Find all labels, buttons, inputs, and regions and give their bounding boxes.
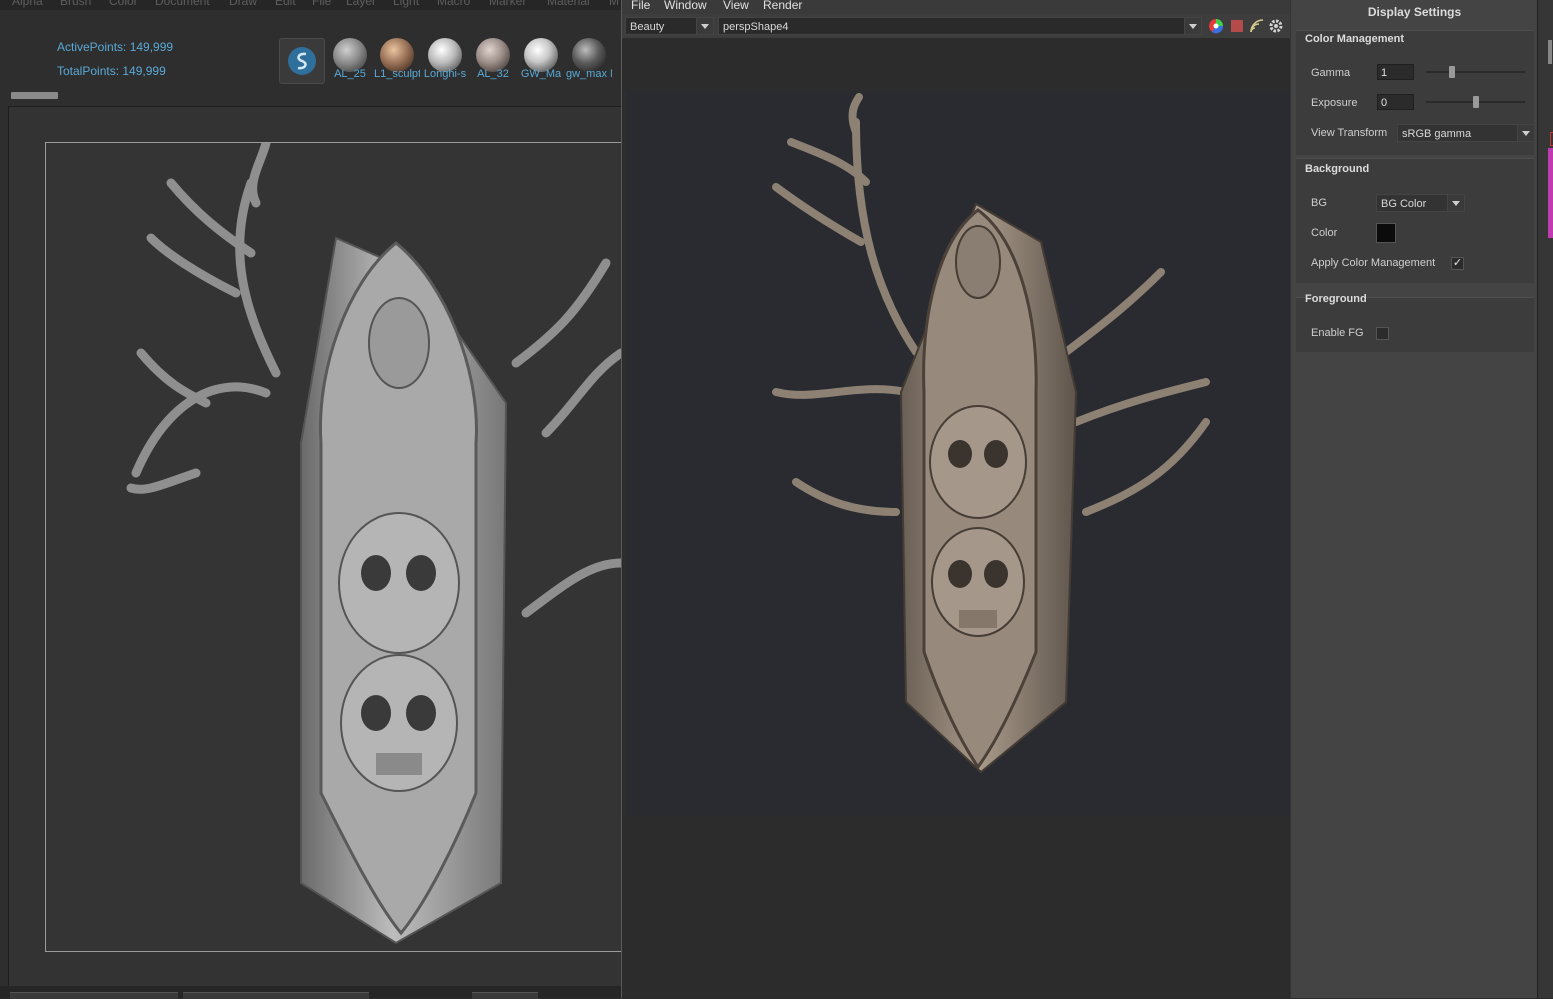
gamma-slider-handle[interactable] (1449, 66, 1456, 78)
total-points: TotalPoints: 149,999 (57, 64, 166, 78)
material-longhi[interactable]: Longhi-s (422, 38, 468, 82)
render-image[interactable] (626, 92, 1290, 816)
material-label: AL_25 (334, 68, 366, 80)
material-label: L1_sculpt (374, 68, 420, 80)
renderview-menu-bar: File Window View Render (622, 0, 1290, 14)
stop-render-icon[interactable] (1231, 20, 1243, 32)
background-section: Background BG BG Color Color Apply Color… (1296, 158, 1534, 283)
display-settings-panel: Display Settings Color Management Gamma … (1290, 0, 1538, 998)
menu-document[interactable]: Document (155, 0, 210, 8)
enable-fg-label: Enable FG (1311, 327, 1364, 339)
gamma-field[interactable]: 1 (1377, 64, 1414, 80)
gamma-slider[interactable] (1426, 66, 1525, 78)
section-header[interactable]: Foreground (1305, 293, 1367, 305)
dock-tab[interactable] (1548, 40, 1552, 64)
material-label: Longhi-s (423, 68, 467, 80)
material-l1-sculpt[interactable]: L1_sculpt (374, 38, 420, 82)
sculpt-model-gray (126, 138, 626, 945)
section-header[interactable]: Background (1305, 163, 1369, 175)
material-label: GW_Ma (520, 68, 562, 80)
color-channels-icon[interactable] (1208, 18, 1224, 34)
bg-mode-value: BG Color (1381, 198, 1427, 210)
apply-color-management-checkbox[interactable]: ✓ (1451, 257, 1464, 270)
zbrush-window: Alpha Brush Color Document Draw Edit Fil… (0, 0, 626, 999)
brush-icon (288, 47, 316, 75)
bg-mode-dropdown[interactable]: BG Color (1376, 194, 1465, 212)
menu-file[interactable]: File (631, 0, 650, 12)
material-label: gw_max M (566, 68, 612, 80)
side-dock-strip (1537, 0, 1553, 998)
view-transform-value: sRGB gamma (1402, 128, 1472, 140)
menu-view[interactable]: View (723, 0, 749, 12)
render-view-margin (622, 816, 1290, 998)
material-al25[interactable]: AL_25 (327, 38, 373, 82)
zbrush-bottom-bar (0, 986, 621, 999)
menu-render[interactable]: Render (763, 0, 802, 12)
view-transform-dropdown[interactable]: sRGB gamma (1397, 124, 1535, 142)
menu-draw[interactable]: Draw (229, 0, 257, 8)
exposure-label: Exposure (1311, 97, 1358, 109)
exposure-slider[interactable] (1426, 96, 1525, 108)
menu-more[interactable]: M (609, 0, 619, 8)
menu-brush[interactable]: Brush (60, 0, 91, 8)
chevron-down-icon (1517, 125, 1534, 141)
zbrush-document-frame (45, 138, 626, 952)
chevron-down-icon (1184, 18, 1201, 34)
ipr-icon[interactable] (1249, 18, 1265, 34)
brush-button[interactable] (279, 38, 325, 84)
apply-color-management-label: Apply Color Management (1311, 257, 1436, 269)
material-gw-ma[interactable]: GW_Ma (518, 38, 564, 82)
zbrush-scroll-handle[interactable] (11, 92, 58, 99)
menu-color[interactable]: Color (109, 0, 138, 8)
material-label: AL_32 (477, 68, 509, 80)
rendered-sculpt (772, 93, 1210, 774)
bg-color-swatch[interactable] (1376, 223, 1396, 243)
material-gw-max[interactable]: gw_max M (566, 38, 612, 82)
menu-material[interactable]: Material (547, 0, 590, 8)
active-points: ActivePoints: 149,999 (57, 40, 174, 54)
panel-title: Display Settings (1367, 5, 1462, 19)
gamma-label: Gamma (1311, 67, 1351, 79)
aov-dropdown[interactable]: Beauty (625, 17, 714, 35)
bg-label: BG (1311, 197, 1327, 209)
menu-marker[interactable]: Marker (489, 0, 526, 8)
zbrush-menu-bar: Alpha Brush Color Document Draw Edit Fil… (0, 0, 621, 10)
material-ball (380, 38, 414, 72)
chevron-down-icon (1447, 195, 1464, 211)
menu-window[interactable]: Window (664, 0, 707, 12)
exposure-slider-handle[interactable] (1472, 96, 1479, 108)
section-header[interactable]: Color Management (1305, 33, 1404, 45)
menu-macro[interactable]: Macro (437, 0, 470, 8)
menu-file[interactable]: File (312, 0, 331, 8)
camera-dropdown[interactable]: perspShape4 (718, 17, 1202, 35)
dock-tab[interactable] (1548, 148, 1553, 238)
material-ball (524, 38, 558, 72)
material-al32[interactable]: AL_32 (470, 38, 516, 82)
enable-fg-checkbox[interactable] (1376, 327, 1389, 340)
menu-alpha[interactable]: Alpha (12, 0, 43, 8)
menu-light[interactable]: Light (393, 0, 419, 8)
material-ball (333, 38, 367, 72)
material-ball (428, 38, 462, 72)
exposure-field[interactable]: 0 (1377, 94, 1414, 110)
color-management-section: Color Management Gamma 1 Exposure 0 View… (1296, 30, 1535, 155)
menu-layer[interactable]: Layer (346, 0, 376, 8)
foreground-section: Foreground Enable FG (1296, 293, 1534, 352)
menu-edit[interactable]: Edit (275, 0, 296, 8)
renderview-toolbar: Beauty perspShape4 (622, 14, 1290, 38)
material-ball (572, 38, 606, 72)
view-transform-label: View Transform (1311, 127, 1388, 139)
gear-icon[interactable] (1268, 18, 1284, 34)
chevron-down-icon (696, 18, 713, 34)
color-label: Color (1311, 227, 1338, 239)
render-view-margin (622, 38, 1290, 92)
render-view-window: File Window View Render Beauty perspShap… (621, 0, 1290, 998)
material-ball (476, 38, 510, 72)
aov-value: Beauty (630, 21, 665, 33)
camera-value: perspShape4 (723, 21, 789, 33)
